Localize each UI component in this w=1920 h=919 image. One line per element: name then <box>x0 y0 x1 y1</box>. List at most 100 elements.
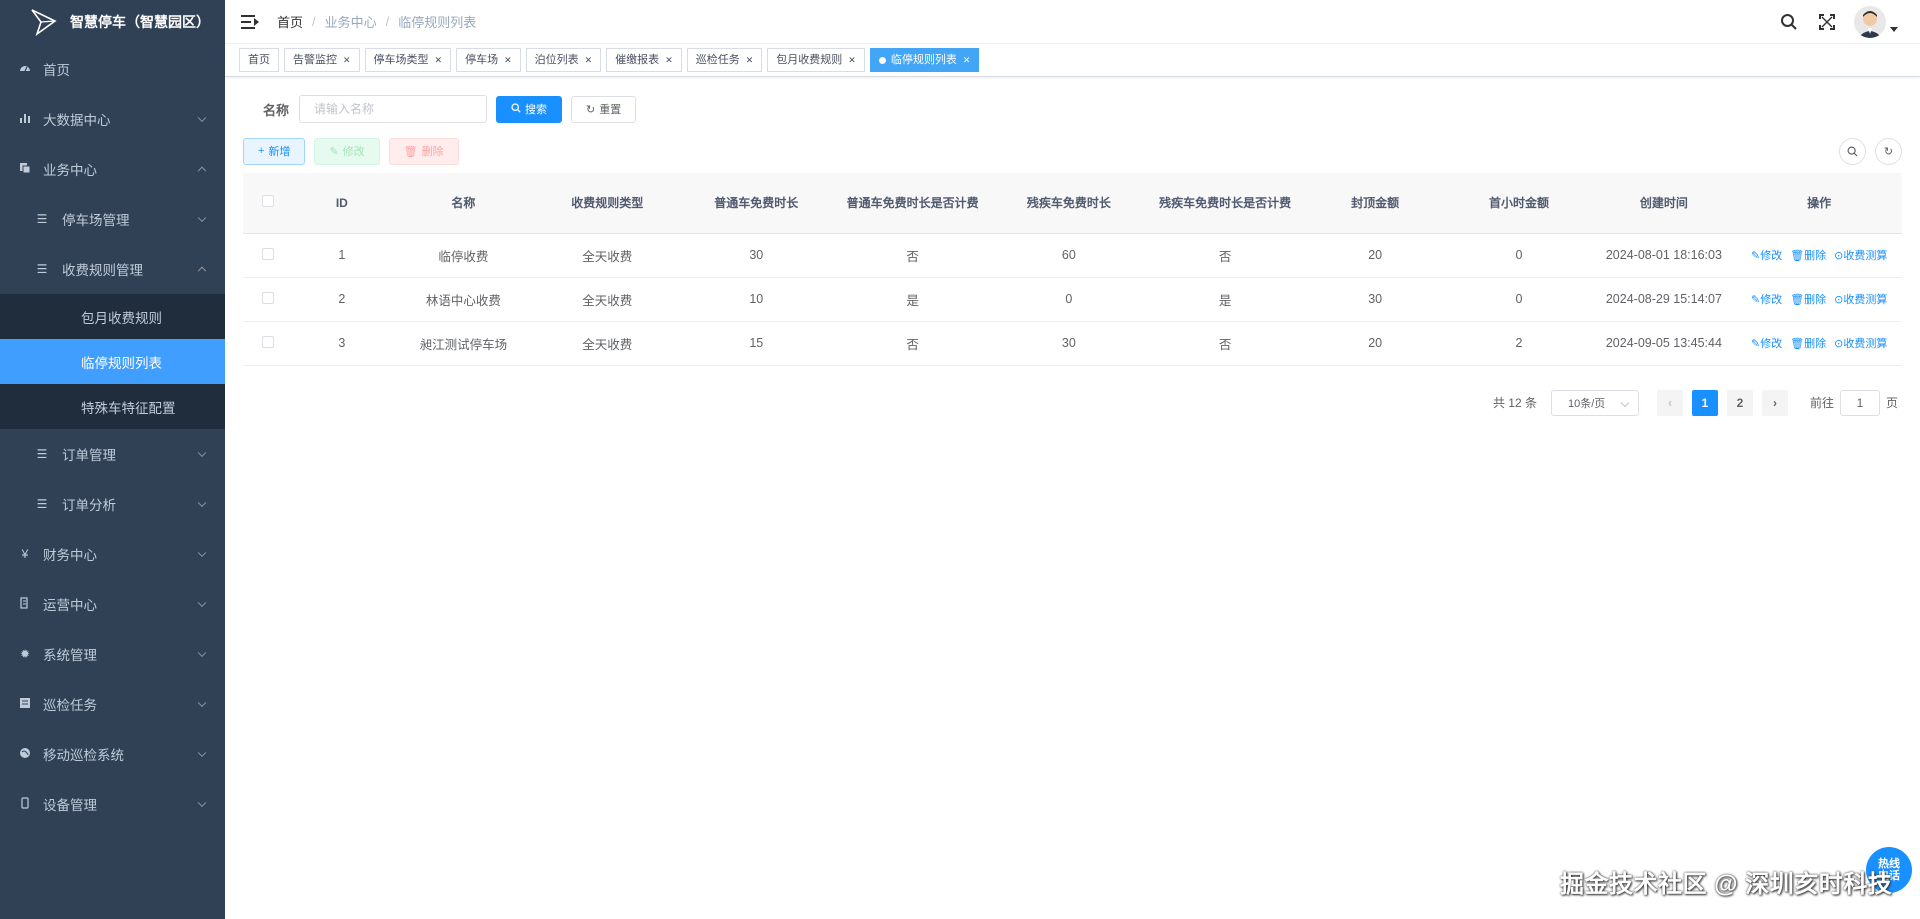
dashboard-icon <box>17 62 33 77</box>
cell-rule-type: 全天收费 <box>535 233 679 278</box>
fullscreen-icon[interactable] <box>1818 13 1836 31</box>
gear-icon: ✹ <box>19 647 31 661</box>
edit-icon: ✎ <box>329 145 339 158</box>
reset-button[interactable]: ↻ 重置 <box>571 95 637 123</box>
chevron-down-icon <box>197 648 207 658</box>
close-icon[interactable]: ✕ <box>963 49 971 71</box>
chevron-down-icon <box>197 213 207 223</box>
tag-dunning[interactable]: 催缴报表 ✕ <box>606 48 682 72</box>
row-edit-link[interactable]: ✎修改 <box>1751 291 1782 307</box>
page-size-select[interactable]: 10条/页 <box>1550 389 1639 416</box>
right-toolbar: ↻ <box>1830 138 1902 165</box>
row-delete-link[interactable]: 🗑删除 <box>1790 247 1826 263</box>
toggle-search-button[interactable] <box>1839 138 1866 165</box>
hamburger-icon[interactable] <box>241 14 259 29</box>
row-edit-link[interactable]: ✎修改 <box>1751 335 1782 351</box>
search-button[interactable]: 搜索 <box>496 95 562 123</box>
close-icon[interactable]: ✕ <box>848 49 856 71</box>
col-header: 收费规则类型 <box>535 173 679 234</box>
sidebar-item-label: 移动巡检系统 <box>43 748 124 763</box>
phone-icon <box>17 796 33 812</box>
sidebar-item-inspection[interactable]: 巡检任务 <box>0 679 225 729</box>
app-logo[interactable]: 智慧停车（智慧园区） <box>0 0 225 44</box>
close-icon[interactable]: ✕ <box>665 49 673 71</box>
search-icon[interactable] <box>1780 13 1798 31</box>
caret-down-icon[interactable] <box>1890 26 1898 32</box>
row-calc-link[interactable]: ⊙收费测算 <box>1834 291 1887 307</box>
plus-icon: + <box>258 145 265 157</box>
cell-cap: 20 <box>1303 321 1447 366</box>
close-icon[interactable]: ✕ <box>585 49 593 71</box>
sidebar-item-home[interactable]: 首页 <box>0 44 225 94</box>
delete-button[interactable]: 🗑 删除 <box>388 137 459 165</box>
tag-alarm[interactable]: 告警监控 ✕ <box>284 48 360 72</box>
row-calc-link[interactable]: ⊙收费测算 <box>1834 335 1887 351</box>
tag-lot-type[interactable]: 停车场类型 ✕ <box>364 48 452 72</box>
row-delete-link[interactable]: 🗑删除 <box>1790 335 1826 351</box>
tag-monthly[interactable]: 包月收费规则 ✕ <box>767 48 865 72</box>
table-row: 1 临停收费 全天收费 30 否 60 否 20 0 2024-08-01 18… <box>243 233 1902 278</box>
cell-disabled-free-time: 0 <box>991 277 1147 322</box>
search-icon <box>511 102 521 116</box>
page-content: 名称 搜索 ↻ 重置 + 新增 ✎ 修改 🗑 <box>225 94 1920 416</box>
cell-free-time: 10 <box>678 277 834 322</box>
tag-home[interactable]: 首页 <box>239 48 279 72</box>
sidebar-item-special-vehicle[interactable]: 特殊车特征配置 <box>0 384 225 429</box>
pagination-total: 共 12 条 <box>1492 396 1537 410</box>
tag-berth[interactable]: 泊位列表 ✕ <box>525 48 602 72</box>
sidebar-item-bigdata[interactable]: 大数据中心 <box>0 94 225 144</box>
close-icon[interactable]: ✕ <box>746 49 754 71</box>
breadcrumb-home[interactable]: 首页 <box>277 12 303 31</box>
cell-name: 昶江测试停车场 <box>390 321 536 366</box>
yen-icon: ¥ <box>21 547 29 561</box>
row-edit-link[interactable]: ✎修改 <box>1751 247 1782 263</box>
name-search-input[interactable] <box>299 95 487 123</box>
close-icon[interactable]: ✕ <box>435 49 443 71</box>
breadcrumb-business[interactable]: 业务中心 <box>325 12 377 31</box>
page-button-2[interactable]: 2 <box>1726 389 1753 416</box>
col-header: 普通车免费时长 <box>678 173 834 234</box>
sidebar-item-monthly-rules[interactable]: 包月收费规则 <box>0 294 225 339</box>
row-checkbox[interactable] <box>261 291 274 304</box>
sidebar-item-label: 首页 <box>43 63 70 78</box>
cell-rule-type: 全天收费 <box>535 321 679 366</box>
tag-lot[interactable]: 停车场 ✕ <box>456 48 521 72</box>
search-icon <box>1847 146 1858 157</box>
chevron-down-icon <box>197 598 207 608</box>
page-button-1[interactable]: 1 <box>1691 389 1718 416</box>
row-checkbox[interactable] <box>261 247 274 260</box>
sidebar-item-label: 运营中心 <box>43 598 97 613</box>
add-button[interactable]: + 新增 <box>243 137 306 165</box>
tag-temp-rules[interactable]: 临停规则列表 ✕ <box>869 48 980 72</box>
cell-disabled-free-time: 30 <box>991 321 1147 366</box>
sidebar-item-devices[interactable]: 设备管理 <box>0 779 225 829</box>
sidebar-item-label: 财务中心 <box>43 548 97 563</box>
sidebar-item-mobile-inspection[interactable]: 移动巡检系统 <box>0 729 225 779</box>
edit-button[interactable]: ✎ 修改 <box>314 137 380 165</box>
row-checkbox[interactable] <box>261 335 274 348</box>
next-page-button[interactable]: › <box>1761 389 1788 416</box>
close-icon[interactable]: ✕ <box>343 49 351 71</box>
row-delete-link[interactable]: 🗑删除 <box>1790 291 1826 307</box>
tag-inspection[interactable]: 巡检任务 ✕ <box>686 48 763 72</box>
sidebar-item-business[interactable]: 业务中心 <box>0 144 225 194</box>
page-jump-input[interactable] <box>1839 389 1880 416</box>
sidebar-item-parking-lot[interactable]: ☰ 停车场管理 <box>0 194 225 244</box>
sidebar-item-finance[interactable]: ¥ 财务中心 <box>0 529 225 579</box>
sidebar-item-system[interactable]: ✹ 系统管理 <box>0 629 225 679</box>
sidebar-item-orders[interactable]: ☰ 订单管理 <box>0 429 225 479</box>
col-header: ID <box>292 173 391 234</box>
page-jumper: 前往 页 <box>1810 389 1898 416</box>
sidebar-item-operations[interactable]: 运营中心 <box>0 579 225 629</box>
select-all-checkbox[interactable] <box>261 194 274 207</box>
row-calc-link[interactable]: ⊙收费测算 <box>1834 247 1887 263</box>
close-icon[interactable]: ✕ <box>504 49 512 71</box>
cell-cap: 30 <box>1303 277 1447 322</box>
prev-page-button[interactable]: ‹ <box>1656 389 1683 416</box>
refresh-button[interactable]: ↻ <box>1875 138 1902 165</box>
sidebar-item-fee-rules[interactable]: ☰ 收费规则管理 <box>0 244 225 294</box>
sidebar-item-order-analysis[interactable]: ☰ 订单分析 <box>0 479 225 529</box>
cell-free-time: 30 <box>678 233 834 278</box>
avatar[interactable] <box>1854 6 1886 38</box>
sidebar-item-temp-rules[interactable]: 临停规则列表 <box>0 339 225 384</box>
